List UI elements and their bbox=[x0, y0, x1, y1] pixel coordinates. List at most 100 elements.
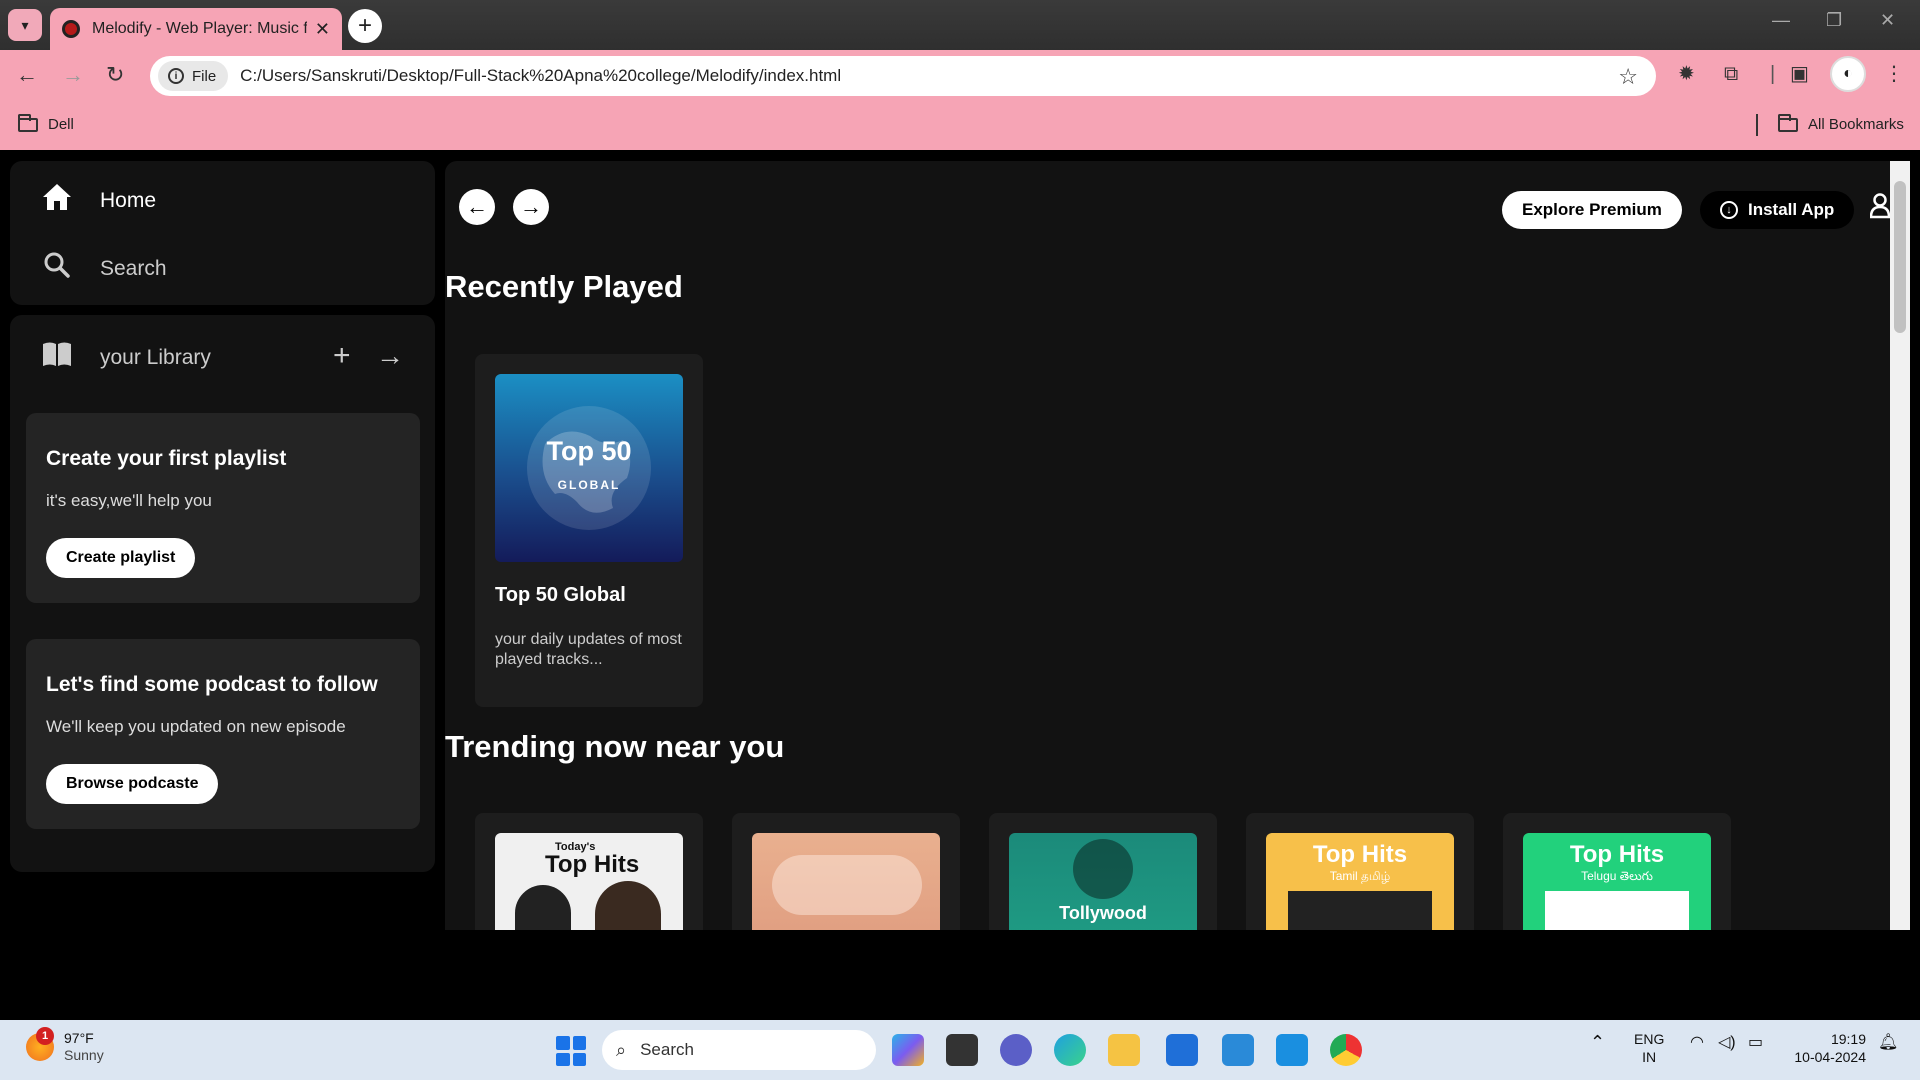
battery-icon[interactable]: ▭ bbox=[1748, 1032, 1763, 1052]
trending-card[interactable]: Top Hits Telugu తెలుగు bbox=[1503, 813, 1731, 930]
language-bottom[interactable]: IN bbox=[1634, 1048, 1664, 1066]
library-header[interactable]: your Library bbox=[40, 341, 211, 374]
vscode-icon[interactable] bbox=[1276, 1034, 1308, 1066]
create-playlist-button[interactable]: Create playlist bbox=[46, 538, 196, 578]
melodify-favicon-icon bbox=[62, 20, 80, 38]
browse-podcast-button[interactable]: Browse podcaste bbox=[46, 764, 219, 804]
top50-cover-image: Top 50 GLOBAL bbox=[495, 374, 683, 562]
site-info-chip[interactable]: i File bbox=[158, 61, 229, 91]
ms-store-icon[interactable] bbox=[1166, 1034, 1198, 1066]
podcast-card-subtitle: We'll keep you updated on new episode bbox=[46, 717, 346, 736]
restore-icon[interactable]: ❐ bbox=[1826, 10, 1842, 31]
all-bookmarks-folder[interactable]: All Bookmarks bbox=[1778, 113, 1904, 133]
search-icon: ⌕ bbox=[616, 1039, 627, 1060]
playlist-card[interactable]: Top 50 GLOBAL Top 50 Global your daily u… bbox=[475, 354, 703, 707]
add-plus-icon[interactable]: + bbox=[333, 339, 351, 373]
taskbar-search-label: Search bbox=[640, 1040, 694, 1059]
playlist-card-subtitle: it's easy,we'll help you bbox=[46, 491, 212, 510]
extension-bug-icon[interactable]: ✹ bbox=[1678, 64, 1695, 84]
cover-subtitle: GLOBAL bbox=[557, 478, 621, 492]
url-text[interactable]: C:/Users/Sanskruti/Desktop/Full-Stack%20… bbox=[240, 66, 841, 86]
trending-card[interactable]: Today's Top Hits bbox=[475, 813, 703, 930]
page-scrollbar[interactable] bbox=[1890, 161, 1910, 930]
scrollbar-thumb[interactable] bbox=[1894, 181, 1906, 333]
globe-icon bbox=[527, 406, 651, 530]
back-icon[interactable]: ← bbox=[16, 64, 38, 86]
podcast-card: Let's find some podcast to follow We'll … bbox=[26, 639, 420, 829]
weather-temp: 97°F bbox=[64, 1030, 94, 1046]
address-bar[interactable]: i File C:/Users/Sanskruti/Desktop/Full-S… bbox=[150, 56, 1656, 96]
browser-toolbar: ← → ↻ i File C:/Users/Sanskruti/Desktop/… bbox=[0, 50, 1920, 100]
wifi-icon[interactable]: ◠ bbox=[1690, 1032, 1704, 1052]
minimize-icon[interactable]: — bbox=[1772, 10, 1790, 31]
install-app-button[interactable]: ↓ Install App bbox=[1700, 191, 1855, 229]
cover-main-text: Top Hits bbox=[545, 851, 640, 878]
url-scheme-label: File bbox=[192, 67, 217, 85]
card-title: Top 50 Global bbox=[495, 584, 626, 606]
back-arrow-button[interactable]: ← bbox=[459, 189, 495, 225]
task-view-icon[interactable] bbox=[946, 1034, 978, 1066]
weather-widget[interactable]: 1 97°F Sunny bbox=[26, 1027, 104, 1064]
file-explorer-icon[interactable] bbox=[1108, 1034, 1140, 1066]
browser-tab-active[interactable]: Melodify - Web Player: Music for everyon… bbox=[50, 8, 342, 50]
bookmark-star-icon[interactable]: ☆ bbox=[1618, 64, 1638, 90]
profile-avatar[interactable]: ◐ bbox=[1830, 56, 1866, 92]
taskbar-search[interactable]: ⌕ Search bbox=[602, 1030, 876, 1070]
forward-icon[interactable]: → bbox=[62, 64, 84, 86]
clock-date[interactable]: 10-04-2024 bbox=[1786, 1048, 1866, 1066]
cover-title: Top 50 bbox=[546, 436, 632, 466]
create-playlist-card: Create your first playlist it's easy,we'… bbox=[26, 413, 420, 603]
search-icon bbox=[40, 251, 74, 286]
download-icon: ↓ bbox=[1720, 201, 1738, 219]
sidebar-item-home[interactable]: Home bbox=[40, 183, 156, 218]
artist-photo bbox=[1073, 839, 1133, 899]
windows-start-icon[interactable] bbox=[556, 1036, 586, 1066]
library-label: your Library bbox=[100, 345, 211, 369]
clock-time[interactable]: 19:19 bbox=[1786, 1030, 1866, 1048]
artist-photo bbox=[1545, 891, 1689, 930]
volume-icon[interactable]: ◁) bbox=[1718, 1032, 1736, 1052]
windows-taskbar: 1 97°F Sunny ⌕ Search ⌃ ENG IN ◠ ◁) ▭ 19… bbox=[0, 1020, 1920, 1080]
home-icon bbox=[40, 183, 74, 218]
trending-title: Trending now near you bbox=[445, 729, 785, 764]
chrome-icon[interactable] bbox=[1330, 1034, 1362, 1066]
language-top[interactable]: ENG bbox=[1634, 1030, 1664, 1048]
podcast-card-title: Let's find some podcast to follow bbox=[46, 673, 378, 696]
side-panel-icon[interactable]: ▣ bbox=[1790, 64, 1809, 84]
folder-icon bbox=[18, 113, 38, 132]
copilot-icon[interactable] bbox=[892, 1034, 924, 1066]
notepad-icon[interactable] bbox=[1222, 1034, 1254, 1066]
new-tab-button[interactable]: + bbox=[348, 9, 382, 43]
edge-icon[interactable] bbox=[1054, 1034, 1086, 1066]
library-book-icon bbox=[40, 341, 74, 374]
expand-arrow-icon[interactable]: → bbox=[376, 340, 404, 372]
bookmarks-divider bbox=[1756, 114, 1758, 136]
extensions-puzzle-icon[interactable]: ⧉ bbox=[1724, 64, 1738, 84]
trending-card[interactable]: Tollywood bbox=[989, 813, 1217, 930]
trending-card[interactable] bbox=[732, 813, 960, 930]
sidebar-library: your Library + → Create your first playl… bbox=[10, 315, 435, 872]
cover-small-text: Telugu తెలుగు bbox=[1581, 869, 1653, 883]
trending-card[interactable]: Top Hits Tamil தமிழ் bbox=[1246, 813, 1474, 930]
bookmarks-bar: Dell All Bookmarks bbox=[0, 100, 1920, 150]
sidebar-item-search[interactable]: Search bbox=[40, 251, 167, 286]
reload-icon[interactable]: ↻ bbox=[106, 64, 124, 86]
tab-search-button[interactable]: ▾ bbox=[8, 9, 42, 41]
telugu-top-hits-cover: Top Hits Telugu తెలుగు bbox=[1523, 833, 1711, 930]
folder-icon bbox=[1778, 113, 1798, 132]
forward-arrow-button[interactable]: → bbox=[513, 189, 549, 225]
browser-tab-bar: ▾ Melodify - Web Player: Music for every… bbox=[0, 0, 1920, 50]
bookmark-folder-dell[interactable]: Dell bbox=[18, 113, 74, 133]
notification-bell-icon[interactable]: 🔔︎ bbox=[1878, 1032, 1898, 1052]
user-icon[interactable] bbox=[1870, 193, 1890, 219]
artist-photo bbox=[515, 885, 571, 930]
tab-close-icon[interactable]: ✕ bbox=[315, 19, 330, 40]
group-photo bbox=[772, 855, 922, 915]
main-content: ← → Explore Premium ↓ Install App Recent… bbox=[445, 161, 1890, 930]
artist-photo bbox=[1288, 891, 1432, 930]
tray-chevron-up-icon[interactable]: ⌃ bbox=[1590, 1032, 1605, 1053]
teams-chat-icon[interactable] bbox=[1000, 1034, 1032, 1066]
window-close-icon[interactable]: ✕ bbox=[1880, 10, 1895, 31]
explore-premium-button[interactable]: Explore Premium bbox=[1502, 191, 1682, 229]
menu-kebab-icon[interactable]: ⋮ bbox=[1884, 64, 1904, 84]
